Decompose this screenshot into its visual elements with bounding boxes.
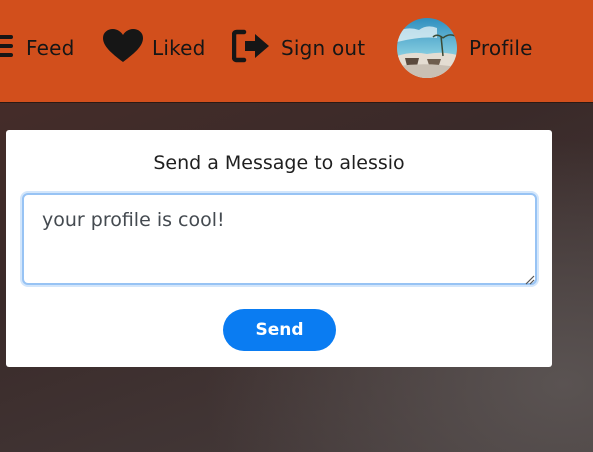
nav-profile-label: Profile <box>469 36 533 60</box>
avatar <box>397 18 457 78</box>
message-card: Send a Message to alessio your profile i… <box>6 130 552 367</box>
message-textarea[interactable]: your profile is cool! <box>22 193 537 285</box>
nav-sign-out-label: Sign out <box>281 36 366 60</box>
nav-liked[interactable]: Liked <box>103 18 206 78</box>
resize-grip-icon[interactable] <box>523 270 535 285</box>
nav-sign-out[interactable]: Sign out <box>231 18 366 78</box>
send-button[interactable]: Send <box>223 309 336 351</box>
heart-icon <box>103 29 143 67</box>
menu-icon <box>0 33 17 63</box>
nav-feed-label: Feed <box>26 36 75 60</box>
sign-out-icon <box>231 29 272 67</box>
nav-profile[interactable]: Profile <box>397 18 533 78</box>
top-navbar: Feed Liked Sign out Profile <box>0 0 593 103</box>
nav-liked-label: Liked <box>152 36 206 60</box>
message-title: Send a Message to alessio <box>153 152 405 174</box>
nav-feed[interactable]: Feed <box>0 18 75 78</box>
